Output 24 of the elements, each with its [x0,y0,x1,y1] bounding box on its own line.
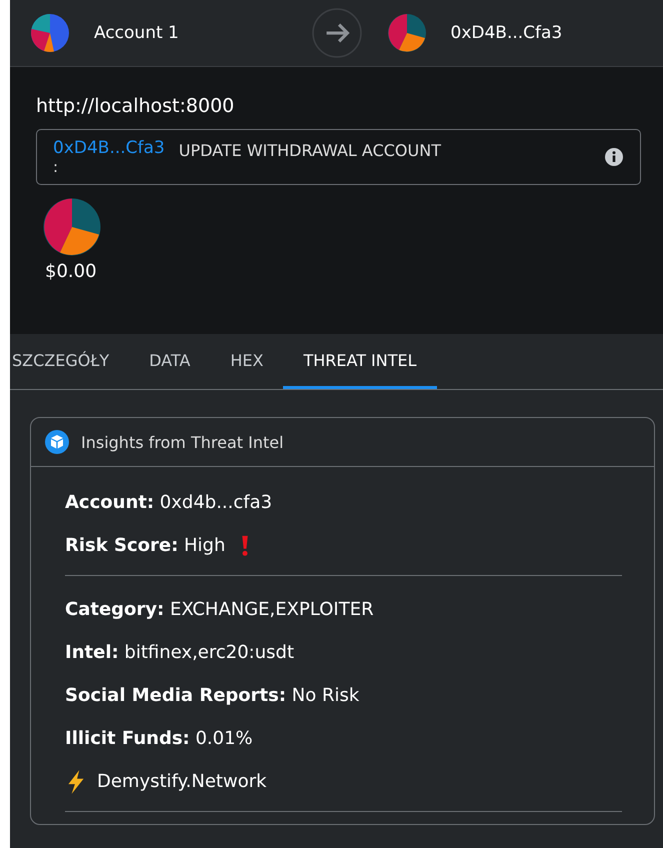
tab[interactable]: HEX [210,334,284,389]
insight-text: Social Media Reports: No Risk [65,685,360,706]
insight-text: Category: EXCHANGE,EXPLOITER [65,599,374,620]
insight-text: Demystify.Network [97,771,267,792]
account-name: Account 1 [94,23,179,43]
origin-url: http://localhost:8000 [36,95,236,117]
method-name: UPDATE WITHDRAWAL ACCOUNT [178,140,442,162]
balance: $0.00 [45,261,98,282]
insight-text: Intel: bitfinex,erc20:usdt [65,642,294,663]
separator: : [53,158,60,176]
exclamation-icon [241,534,250,556]
insight-text: Risk Score: High [65,535,226,556]
insight-text: Account: 0xd4b...cfa3 [65,492,272,513]
avatar-icon [386,13,426,53]
info-icon[interactable] [604,147,624,167]
card-title: Insights from Threat Intel [81,432,284,452]
contract-address[interactable]: 0xD4B...Cfa3 [53,138,165,158]
cube-icon [45,430,69,454]
tab[interactable]: DATA [129,334,210,389]
tab[interactable]: THREAT INTEL [283,334,437,389]
tab[interactable]: SZCZEGÓŁY [10,334,130,389]
insight-text: Illicit Funds: 0.01% [65,728,253,749]
account-address: 0xD4B...Cfa3 [450,23,562,43]
avatar-icon [30,13,70,53]
